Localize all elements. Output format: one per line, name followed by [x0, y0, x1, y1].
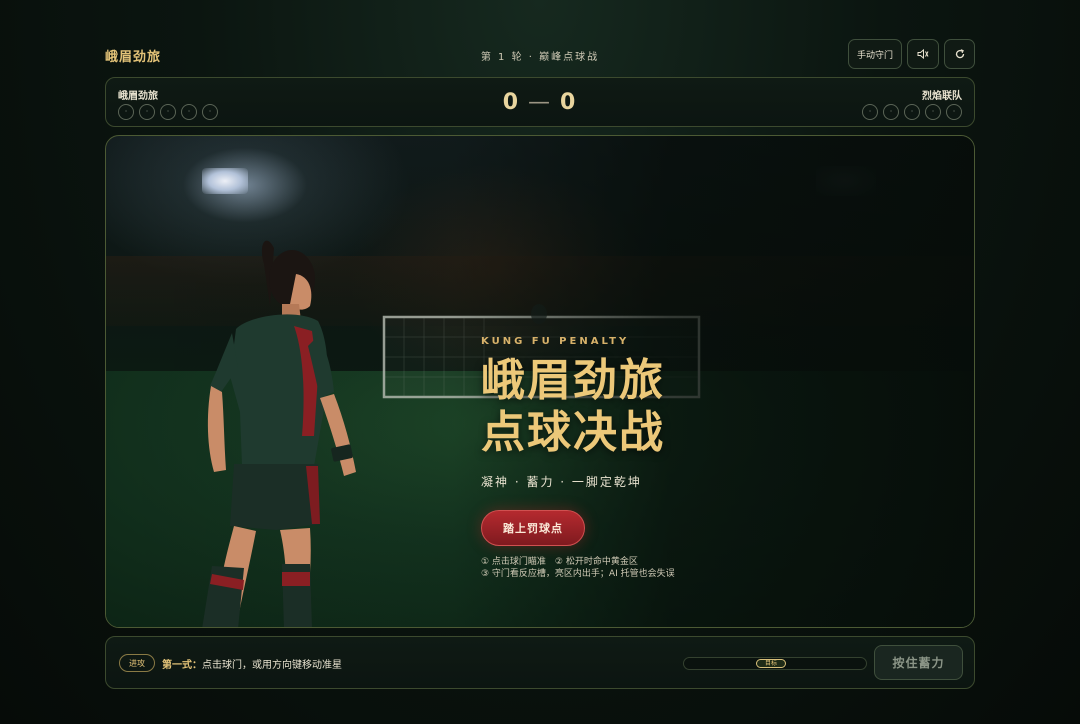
top-bar: 峨眉劲旅 第 1 轮 · 巅峰点球战 手动守门: [105, 38, 975, 70]
instruction-label: 第一式：: [162, 660, 202, 671]
instruction-text: 第一式：点击球门，或用方向键移动准星: [162, 656, 342, 671]
hero-title-line: 点球决战: [481, 407, 665, 458]
target-zone-marker: 目标: [756, 659, 786, 668]
game-stage[interactable]: KUNG FU PENALTY 峨眉劲旅 点球决战 凝神 · 蓄力 · 一脚定乾…: [105, 135, 975, 628]
refresh-icon: [955, 49, 964, 59]
away-attempt-dot: ·: [925, 104, 941, 120]
hero-subtitle: 凝神 · 蓄力 · 一脚定乾坤: [481, 475, 642, 489]
phase-badge: 进攻: [119, 654, 155, 672]
manual-keeper-button[interactable]: 手动守门: [848, 39, 902, 69]
hero-title-line: 峨眉劲旅: [481, 355, 665, 406]
score-dash: —: [528, 90, 552, 115]
start-button[interactable]: 踏上罚球点: [481, 510, 585, 546]
hero-title: 峨眉劲旅 点球决战: [481, 355, 961, 459]
home-score: 0: [502, 90, 520, 115]
instruction-body: 点击球门，或用方向键移动准星: [202, 660, 342, 671]
away-attempt-dot: ·: [862, 104, 878, 120]
instruction-line: ③ 守门看反应槽，亮区内出手；AI 托管也会失误: [481, 569, 675, 579]
away-team-name: 烈焰联队: [922, 91, 962, 102]
sound-icon: [917, 48, 929, 60]
away-score: 0: [560, 90, 578, 115]
round-label: 第 1 轮 · 巅峰点球战: [480, 52, 600, 63]
charge-button[interactable]: 按住蓄力: [874, 645, 963, 680]
power-meter: 目标: [683, 657, 867, 670]
away-attempt-dots: · · · · ·: [862, 104, 962, 120]
away-attempt-dot: ·: [883, 104, 899, 120]
instructions: ① 点击球门瞄准 ② 松开时命中黄金区 ③ 守门看反应槽，亮区内出手；AI 托管…: [481, 556, 961, 580]
sound-button[interactable]: [907, 39, 939, 69]
control-bar: 进攻 第一式：点击球门，或用方向键移动准星 目标 按住蓄力: [105, 636, 975, 689]
score-display: 0 — 0: [106, 90, 974, 115]
hero-panel: KUNG FU PENALTY 峨眉劲旅 点球决战 凝神 · 蓄力 · 一脚定乾…: [481, 336, 961, 580]
scoreboard: 峨眉劲旅 · · · · · 0—0 烈焰联队 · · · · ·: [105, 77, 975, 127]
away-attempt-dot: ·: [904, 104, 920, 120]
hero-kicker: KUNG FU PENALTY: [481, 336, 630, 347]
instruction-line: ① 点击球门瞄准 ② 松开时命中黄金区: [481, 557, 638, 567]
away-attempt-dot: ·: [946, 104, 962, 120]
restart-button[interactable]: [944, 39, 975, 69]
